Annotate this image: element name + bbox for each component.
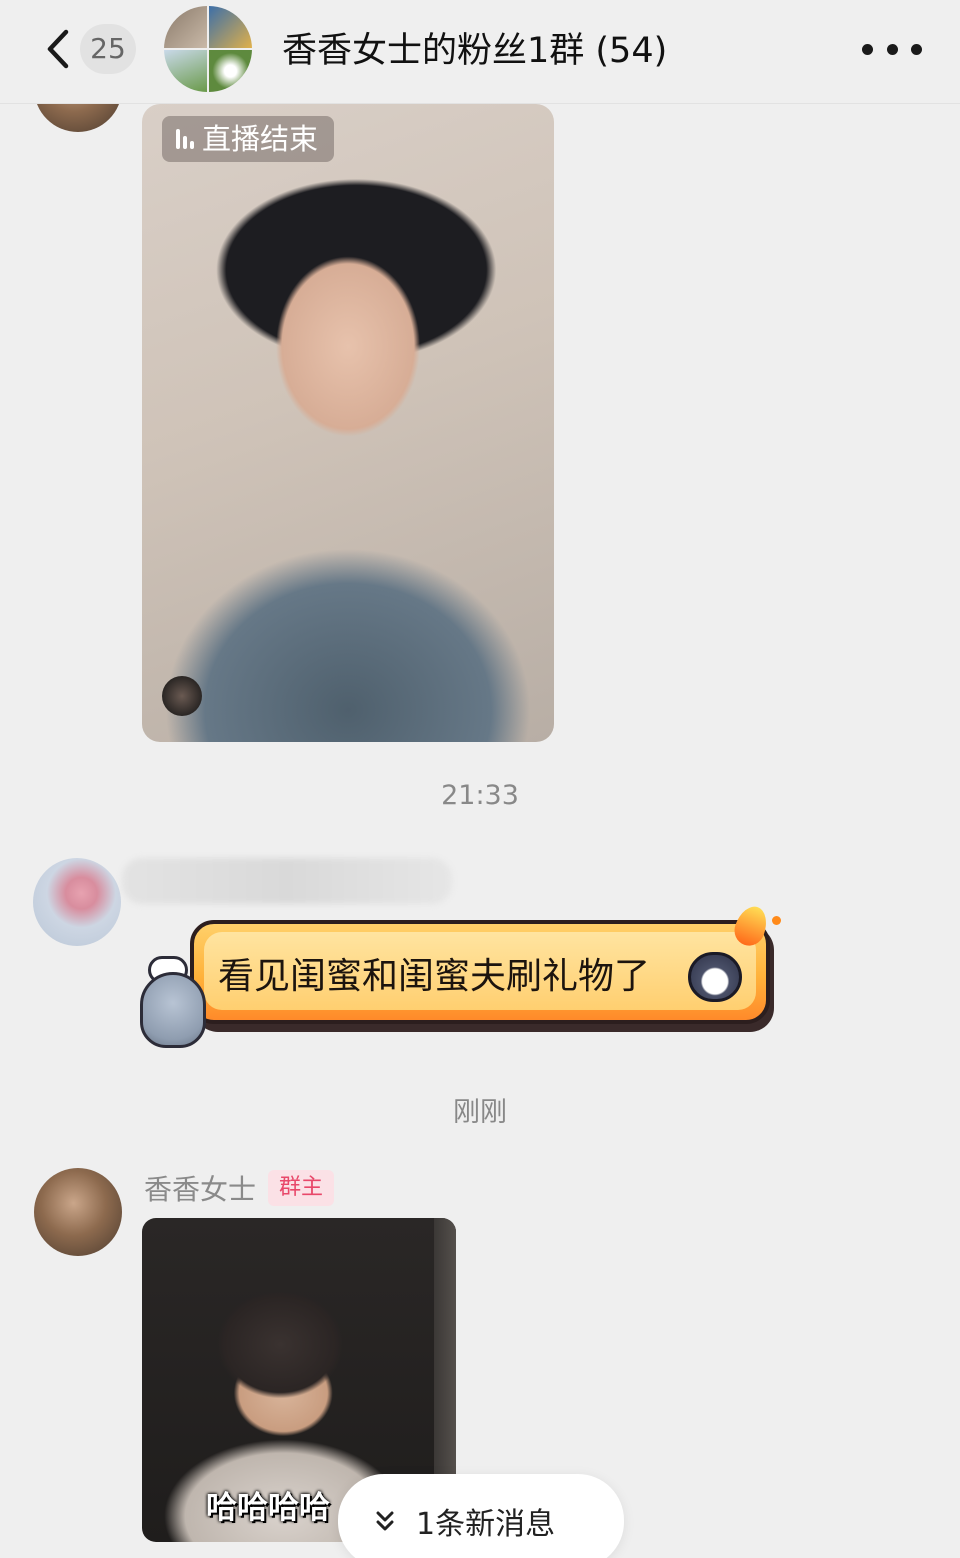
avatar[interactable] bbox=[34, 1168, 122, 1256]
new-message-button[interactable]: 1条新消息 bbox=[338, 1474, 624, 1558]
sender-name-blurred bbox=[122, 858, 452, 904]
chat-title[interactable]: 香香女士的粉丝1群 (54) bbox=[282, 26, 667, 76]
chat-header: 25 香香女士的粉丝1群 (54) bbox=[0, 0, 960, 104]
timestamp: 刚刚 bbox=[453, 1097, 507, 1128]
timestamp: 21:33 bbox=[441, 780, 519, 811]
chevron-double-down-icon bbox=[376, 1511, 394, 1531]
sender-name: 香香女士 bbox=[144, 1173, 257, 1206]
wolf-emoji-icon bbox=[688, 952, 742, 1002]
mouse-mascot-icon bbox=[140, 972, 206, 1048]
back-arrow-icon bbox=[47, 29, 69, 69]
more-button[interactable] bbox=[862, 26, 922, 72]
unread-count-badge[interactable]: 25 bbox=[80, 24, 136, 74]
live-ended-label: 直播结束 bbox=[202, 122, 319, 156]
new-message-label: 1条新消息 bbox=[416, 1507, 556, 1542]
video-subtitle: 哈哈哈哈 bbox=[206, 1490, 330, 1526]
live-bars-icon bbox=[176, 129, 194, 149]
live-stream-card[interactable]: 直播结束 bbox=[142, 104, 554, 742]
message-bubble[interactable]: 看见闺蜜和闺蜜夫刷礼物了 bbox=[140, 902, 790, 1052]
back-button[interactable] bbox=[40, 26, 80, 72]
message-text: 看见闺蜜和闺蜜夫刷礼物了 bbox=[218, 956, 651, 997]
group-owner-badge: 群主 bbox=[268, 1170, 335, 1206]
more-icon bbox=[862, 43, 873, 55]
streamer-thumbnail bbox=[162, 676, 202, 716]
group-avatar[interactable] bbox=[164, 6, 252, 92]
avatar[interactable] bbox=[33, 858, 121, 946]
live-ended-badge: 直播结束 bbox=[162, 116, 335, 162]
